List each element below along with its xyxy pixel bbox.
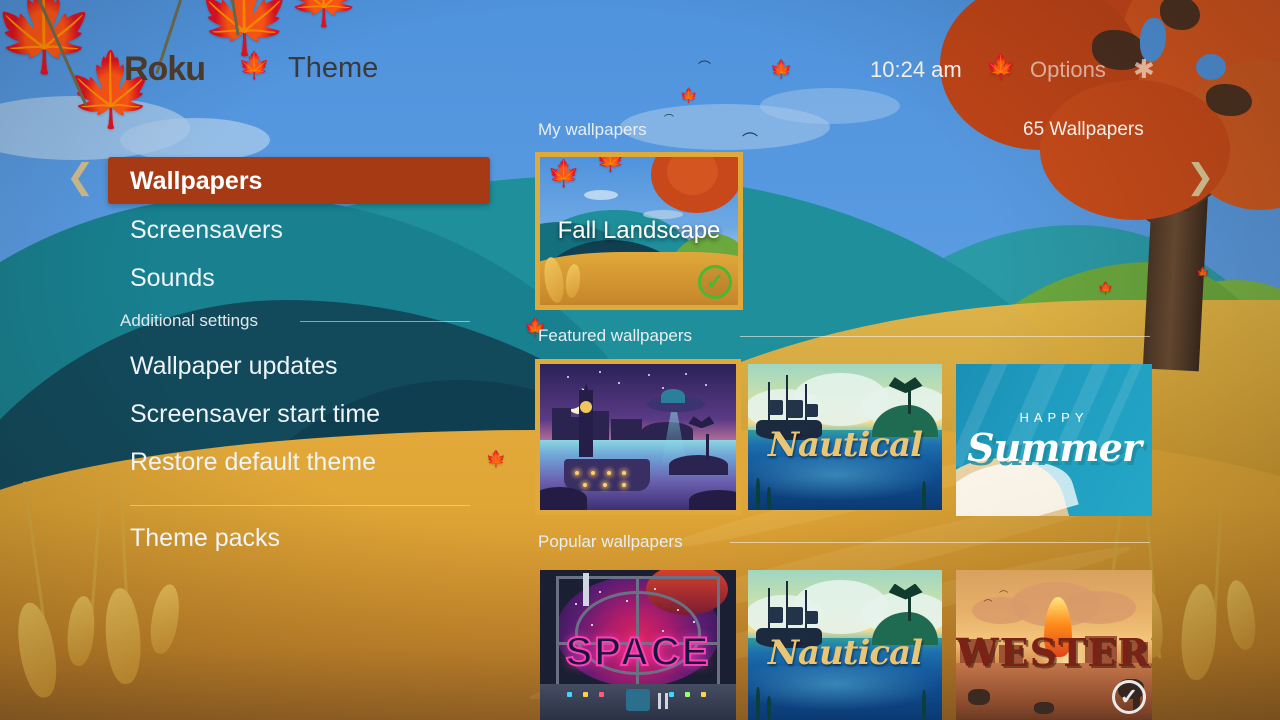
space-title-text: SPACE [565,629,711,675]
wallpaper-card-night-city[interactable] [540,364,736,510]
row-divider [740,336,1150,337]
roku-theme-screen: ︵ ︵ ︵ 🍁 🍁 🍁 🍁 [0,0,1280,720]
thumbnail-art-nautical: Nautical [748,364,942,510]
maple-leaf-icon: 🍁 [595,157,626,174]
content-area: My wallpapers 65 Wallpapers 🍁 🍁 Fall Lan… [0,0,1280,720]
summer-kicker-text: HAPPY [1019,409,1089,425]
wallpaper-card-nautical-featured[interactable]: Nautical [748,364,942,510]
thumbnail-art-happy-summer: HAPPY Summer [956,364,1152,516]
selected-check-icon: ✓ [698,265,732,299]
row-divider [730,542,1150,543]
row-label-featured-wallpapers: Featured wallpapers [538,326,693,345]
wallpaper-card-title: Fall Landscape [557,217,721,244]
wallpaper-card-space[interactable]: SPACE [540,570,736,720]
nautical-script-text: Nautical [767,425,923,466]
row-label-popular-wallpapers: Popular wallpapers [538,532,683,551]
nautical-script-text: Nautical [767,633,923,673]
maple-leaf-icon: 🍁 [547,157,581,188]
thumbnail-art-nautical: Nautical [748,570,942,720]
wallpaper-card-nautical-popular[interactable]: Nautical [748,570,942,720]
wallpaper-card-fall-landscape[interactable]: 🍁 🍁 Fall Landscape ✓ [540,157,738,305]
thumbnail-art-space: SPACE [540,570,736,720]
thumbnail-art-night-city [540,364,736,510]
western-title-text: WESTERN [956,630,1152,675]
summer-script-text: Summer [967,424,1142,470]
wallpaper-card-western[interactable]: ︵ ︵ WESTERN ✓ [956,570,1152,720]
row-label-my-wallpapers: My wallpapers [538,120,647,139]
wallpaper-count: 65 Wallpapers [1023,119,1144,140]
wallpaper-card-happy-summer[interactable]: HAPPY Summer [956,364,1152,516]
selected-check-icon: ✓ [1112,680,1146,714]
